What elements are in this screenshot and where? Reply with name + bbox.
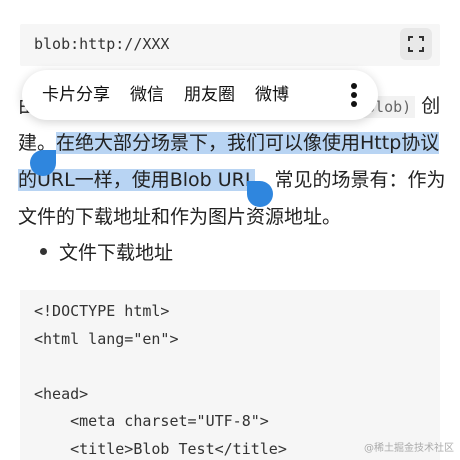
- share-moments-button[interactable]: 朋友圈: [164, 70, 235, 120]
- top-code-block: blob:http://XXX: [20, 24, 440, 66]
- selected-text[interactable]: 的URL一样，使用Blob URL: [18, 169, 256, 191]
- selection-start-handle[interactable]: [30, 150, 56, 176]
- more-options-icon[interactable]: [350, 82, 358, 108]
- list-item: 文件下载地址: [40, 238, 173, 265]
- share-card-button[interactable]: 卡片分享: [22, 70, 110, 120]
- code-line: <!DOCTYPE html>: [34, 302, 170, 320]
- code-block: <!DOCTYPE html> <html lang="en"> <head> …: [20, 290, 440, 460]
- share-menu: 卡片分享 微信 朋友圈 微博: [22, 70, 378, 120]
- code-text: blob:http://XXX: [34, 35, 170, 53]
- fullscreen-button[interactable]: [400, 28, 432, 60]
- watermark: @稀土掘金技术社区: [364, 443, 454, 454]
- bullet-icon: [40, 248, 47, 255]
- paragraph-line-2: 建。在绝大部分场景下，我们可以像使用Http协议: [18, 125, 442, 162]
- selected-text[interactable]: 在绝大部分场景下，我们可以像使用Http协议: [56, 132, 440, 154]
- code-line: <meta charset="UTF-8">: [34, 412, 269, 430]
- share-weibo-button[interactable]: 微博: [235, 70, 289, 120]
- code-line: <html lang="en">: [34, 330, 179, 348]
- paragraph-text: 。常见的场景有：作为: [255, 169, 446, 191]
- list-item-text: 文件下载地址: [59, 242, 174, 264]
- fullscreen-icon: [408, 36, 424, 52]
- code-line: <head>: [34, 385, 89, 403]
- paragraph-line-3: 的URL一样，使用Blob URL。常见的场景有：作为: [18, 162, 446, 199]
- selection-end-handle[interactable]: [247, 181, 273, 207]
- paragraph-text: 创: [421, 95, 441, 117]
- share-wechat-button[interactable]: 微信: [110, 70, 164, 120]
- code-line: <title>Blob Test</title>: [34, 440, 287, 458]
- paragraph-line-4: 文件的下载地址和作为图片资源地址。: [18, 206, 342, 228]
